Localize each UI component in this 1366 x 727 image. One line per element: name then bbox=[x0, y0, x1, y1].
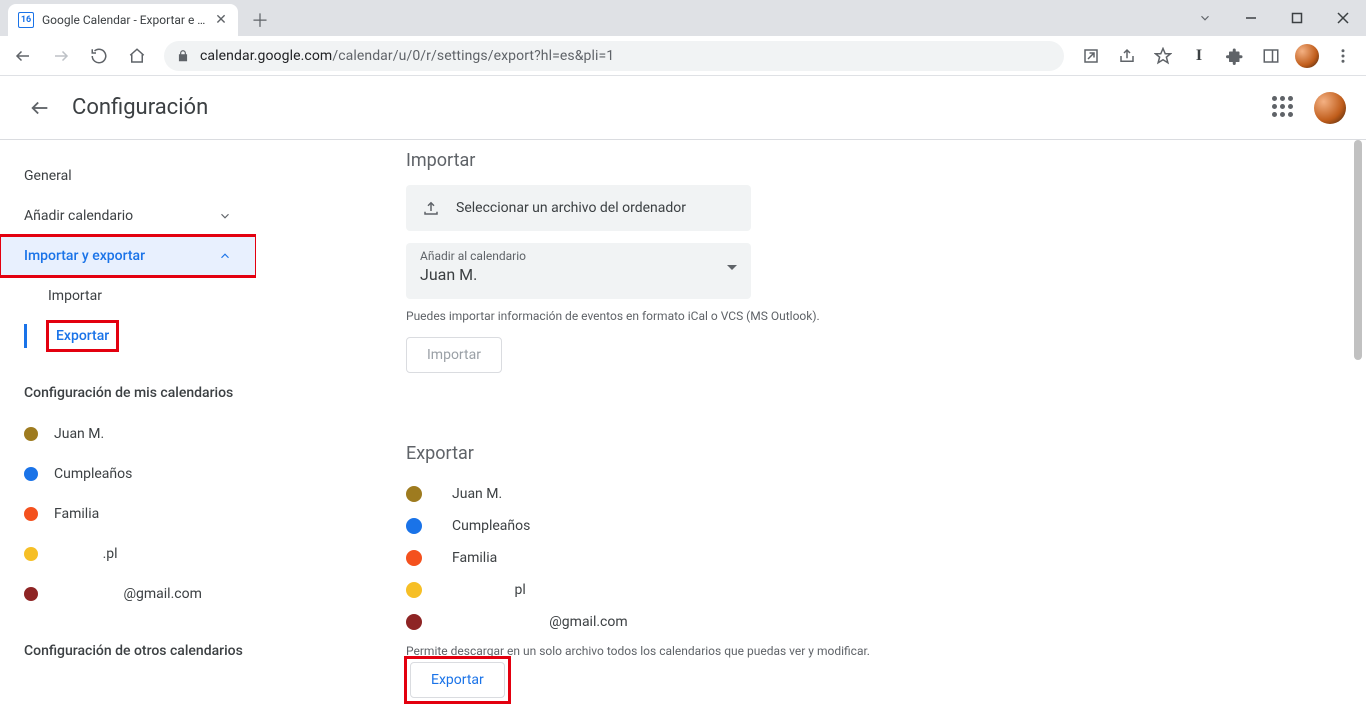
caret-down-icon bbox=[727, 265, 737, 270]
scrollbar[interactable] bbox=[1352, 140, 1364, 727]
install-app-icon[interactable] bbox=[1074, 39, 1108, 73]
calendar-color-dot bbox=[24, 587, 38, 601]
calendar-label: Familia bbox=[452, 550, 497, 566]
calendar-color-dot bbox=[406, 614, 422, 630]
url-text: calendar.google.com/calendar/u/0/r/setti… bbox=[200, 48, 614, 64]
calendar-color-dot bbox=[24, 427, 38, 441]
lock-icon bbox=[176, 49, 190, 63]
calendar-label: Juan M. bbox=[452, 486, 502, 502]
export-calendar-row: pl bbox=[406, 574, 1342, 606]
export-calendar-row: Juan M. bbox=[406, 478, 1342, 510]
export-hint: Permite descargar en un solo archivo tod… bbox=[406, 644, 1342, 658]
sidebar-item-label: Importar bbox=[48, 288, 102, 304]
add-to-calendar-select[interactable]: Añadir al calendario Juan M. bbox=[406, 243, 751, 299]
home-button[interactable] bbox=[120, 39, 154, 73]
calendar-color-dot bbox=[24, 507, 38, 521]
calendar-color-dot bbox=[406, 582, 422, 598]
calendar-label: Cumpleaños bbox=[452, 518, 530, 534]
button-label: Exportar bbox=[431, 672, 484, 688]
app-header: Configuración bbox=[0, 76, 1366, 140]
export-calendar-row: Cumpleaños bbox=[406, 510, 1342, 542]
tab-title: Google Calendar - Exportar e imp bbox=[42, 13, 206, 27]
import-heading: Importar bbox=[406, 150, 1342, 171]
calendar-label: @gmail.com bbox=[54, 586, 202, 602]
sidebar-calendar-item[interactable]: Juan M. bbox=[24, 414, 256, 454]
calendar-color-dot bbox=[406, 550, 422, 566]
new-tab-button[interactable]: ＋ bbox=[246, 6, 274, 34]
nav-forward-button[interactable] bbox=[44, 39, 78, 73]
select-file-label: Seleccionar un archivo del ordenador bbox=[456, 200, 686, 216]
nav-back-button[interactable] bbox=[6, 39, 40, 73]
sidebar-subitem-import[interactable]: Importar bbox=[48, 276, 256, 316]
export-calendar-row: @gmail.com bbox=[406, 606, 1342, 638]
browser-tab[interactable]: 16 Google Calendar - Exportar e imp ✕ bbox=[8, 4, 238, 36]
chevron-down-icon[interactable] bbox=[1182, 0, 1228, 36]
sidebar-item-import-export[interactable]: Importar y exportar bbox=[0, 236, 256, 276]
sidebar-calendar-item[interactable]: @gmail.com bbox=[24, 574, 256, 614]
calendar-label: Familia bbox=[54, 506, 99, 522]
window-controls bbox=[1182, 0, 1366, 36]
calendar-color-dot bbox=[406, 486, 422, 502]
calendar-color-dot bbox=[406, 518, 422, 534]
browser-toolbar: calendar.google.com/calendar/u/0/r/setti… bbox=[0, 36, 1366, 76]
sidebar-item-label: General bbox=[24, 168, 72, 184]
calendar-label: @gmail.com bbox=[452, 614, 628, 630]
browser-titlebar: 16 Google Calendar - Exportar e imp ✕ ＋ bbox=[0, 0, 1366, 36]
profile-avatar-icon[interactable] bbox=[1290, 39, 1324, 73]
sidebar-calendar-item[interactable]: Cumpleaños bbox=[24, 454, 256, 494]
settings-main: Importar Seleccionar un archivo del orde… bbox=[256, 140, 1366, 727]
sidebar-calendar-item[interactable]: Familia bbox=[24, 494, 256, 534]
bookmark-icon[interactable] bbox=[1146, 39, 1180, 73]
close-tab-icon[interactable]: ✕ bbox=[214, 13, 228, 27]
share-icon[interactable] bbox=[1110, 39, 1144, 73]
import-hint: Puedes importar información de eventos e… bbox=[406, 309, 1342, 323]
calendar-label: pl bbox=[452, 582, 526, 598]
calendar-label: Cumpleaños bbox=[54, 466, 132, 482]
sidebar-heading-other-calendars: Configuración de otros calendarios bbox=[24, 642, 256, 662]
import-export-subitems: Importar Exportar bbox=[24, 276, 256, 356]
omnibox[interactable]: calendar.google.com/calendar/u/0/r/setti… bbox=[164, 41, 1064, 71]
sidepanel-icon[interactable] bbox=[1254, 39, 1288, 73]
sidebar-item-general[interactable]: General bbox=[24, 156, 256, 196]
export-calendar-row: Familia bbox=[406, 542, 1342, 574]
settings-back-button[interactable] bbox=[20, 88, 60, 128]
extensions-icon[interactable] bbox=[1218, 39, 1252, 73]
export-button[interactable]: Exportar bbox=[410, 662, 505, 698]
minimize-button[interactable] bbox=[1228, 0, 1274, 36]
close-window-button[interactable] bbox=[1320, 0, 1366, 36]
profile-letter-icon[interactable]: I bbox=[1182, 39, 1216, 73]
sidebar-subitem-export[interactable]: Exportar bbox=[48, 316, 256, 356]
sidebar-heading-my-calendars: Configuración de mis calendarios bbox=[24, 384, 256, 404]
page-title: Configuración bbox=[72, 95, 208, 120]
settings-sidebar: General Añadir calendario Importar y exp… bbox=[0, 140, 256, 727]
sidebar-item-add-calendar[interactable]: Añadir calendario bbox=[24, 196, 256, 236]
upload-icon bbox=[422, 199, 440, 217]
calendar-label: .pl bbox=[54, 546, 118, 562]
button-label: Importar bbox=[427, 347, 481, 363]
calendar-label: Juan M. bbox=[54, 426, 104, 442]
google-apps-icon[interactable] bbox=[1272, 96, 1296, 120]
account-avatar[interactable] bbox=[1314, 92, 1346, 124]
scrollbar-thumb[interactable] bbox=[1354, 140, 1362, 360]
maximize-button[interactable] bbox=[1274, 0, 1320, 36]
select-file-button[interactable]: Seleccionar un archivo del ordenador bbox=[406, 185, 751, 231]
select-label: Añadir al calendario bbox=[420, 249, 737, 263]
sidebar-item-label: Añadir calendario bbox=[24, 208, 133, 224]
sidebar-calendar-item[interactable]: .pl bbox=[24, 534, 256, 574]
favicon: 16 bbox=[18, 12, 34, 28]
content-area: General Añadir calendario Importar y exp… bbox=[0, 140, 1366, 727]
import-button[interactable]: Importar bbox=[406, 337, 502, 373]
reload-button[interactable] bbox=[82, 39, 116, 73]
chevron-up-icon bbox=[218, 249, 232, 263]
select-value: Juan M. bbox=[420, 265, 737, 284]
sidebar-item-label: Importar y exportar bbox=[24, 248, 145, 264]
export-heading: Exportar bbox=[406, 443, 1342, 464]
chrome-menu-icon[interactable] bbox=[1326, 39, 1360, 73]
calendar-color-dot bbox=[24, 467, 38, 481]
chevron-down-icon bbox=[218, 209, 232, 223]
calendar-color-dot bbox=[24, 547, 38, 561]
sidebar-item-label: Exportar bbox=[48, 322, 117, 350]
